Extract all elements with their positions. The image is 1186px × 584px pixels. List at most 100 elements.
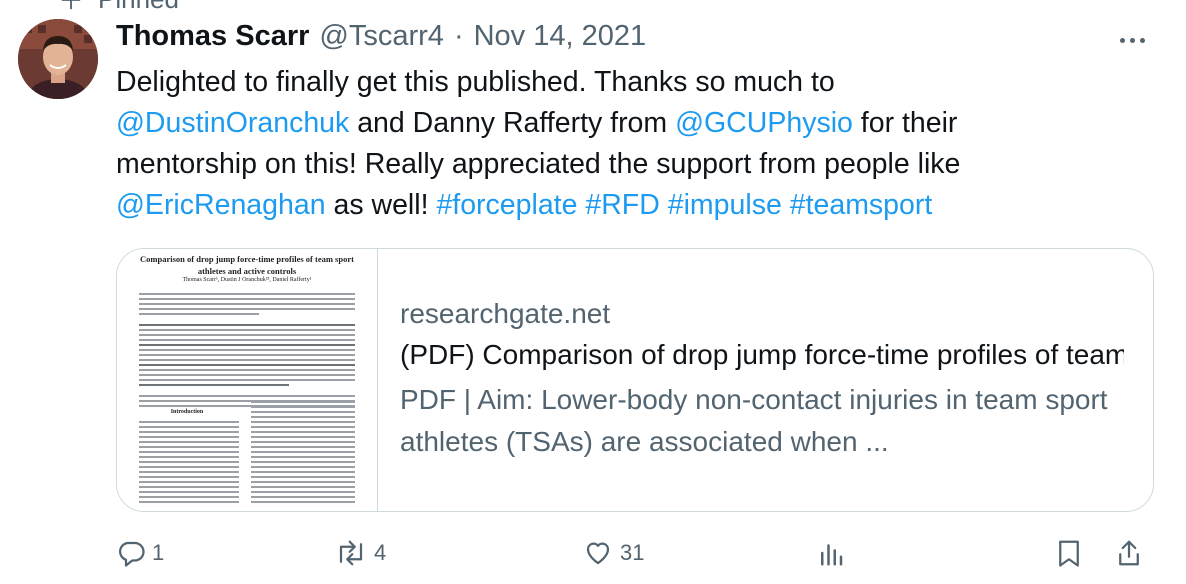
thumbnail-text-line bbox=[139, 421, 239, 423]
card-thumbnail: Comparison of drop jump force-time profi… bbox=[117, 249, 378, 511]
thumbnail-text-line bbox=[139, 354, 355, 356]
thumbnail-text-line bbox=[139, 486, 239, 488]
reply-icon bbox=[119, 541, 145, 567]
thumbnail-text-line bbox=[251, 501, 355, 503]
tweet-line: Delighted to finally get this published.… bbox=[116, 62, 1166, 103]
avatar-image bbox=[18, 19, 98, 99]
thumbnail-text-line bbox=[139, 379, 355, 381]
repost-button[interactable]: 4 bbox=[334, 532, 386, 574]
thumbnail-text-line bbox=[139, 308, 355, 310]
thumbnail-text-line bbox=[139, 374, 355, 376]
tweet-text-segment: as well! bbox=[325, 189, 437, 221]
link-preview-card[interactable]: Comparison of drop jump force-time profi… bbox=[116, 248, 1154, 512]
hashtag-link[interactable]: #teamsport bbox=[790, 189, 933, 221]
thumbnail-text-line bbox=[251, 446, 355, 448]
thumbnail-text-line bbox=[139, 334, 355, 336]
thumbnail-text-line bbox=[139, 344, 355, 346]
thumbnail-text-line bbox=[251, 471, 355, 473]
card-info: researchgate.net (PDF) Comparison of dro… bbox=[400, 295, 1140, 463]
tweet-date[interactable]: Nov 14, 2021 bbox=[474, 20, 647, 53]
thumbnail-text-line bbox=[139, 339, 355, 341]
avatar[interactable] bbox=[18, 19, 98, 99]
thumbnail-text-line bbox=[139, 436, 239, 438]
card-title[interactable]: (PDF) Comparison of drop jump force-time… bbox=[400, 333, 1124, 377]
hashtag-link[interactable]: #impulse bbox=[668, 189, 782, 221]
bookmark-icon bbox=[1059, 540, 1079, 567]
thumbnail-text-line bbox=[139, 446, 239, 448]
thumbnail-text-line bbox=[139, 384, 289, 386]
thumbnail-text-line bbox=[251, 456, 355, 458]
thumbnail-text-line bbox=[251, 481, 355, 483]
tweet-line: @DustinOranchuk and Danny Rafferty from … bbox=[116, 103, 1166, 144]
repost-icon bbox=[339, 540, 363, 566]
pin-icon bbox=[61, 0, 81, 9]
tweet-line: mentorship on this! Really appreciated t… bbox=[116, 144, 1166, 185]
thumbnail-text-line bbox=[139, 496, 239, 498]
tweet-text-segment: mentorship on this! Really appreciated t… bbox=[116, 148, 961, 180]
thumbnail-text-line bbox=[251, 441, 355, 443]
thumbnail-paper-title: Comparison of drop jump force-time profi… bbox=[140, 254, 354, 276]
thumbnail-paper-authors: Thomas Scarr¹, Dustin J Oranchuk²³, Dani… bbox=[182, 277, 312, 283]
thumbnail-text-line bbox=[251, 461, 355, 463]
thumbnail-text-line bbox=[251, 436, 355, 438]
hashtag-link[interactable]: #forceplate bbox=[436, 189, 577, 221]
author-name[interactable]: Thomas Scarr bbox=[116, 20, 309, 53]
thumbnail-text-line bbox=[139, 349, 355, 351]
thumbnail-text-line bbox=[139, 426, 239, 428]
more-options-button[interactable] bbox=[1112, 28, 1152, 52]
thumbnail-text-line bbox=[139, 466, 239, 468]
thumbnail-text-line bbox=[139, 471, 239, 473]
repost-count: 4 bbox=[374, 540, 387, 565]
views-button[interactable] bbox=[818, 532, 844, 574]
tweet-line: @EricRenaghan as well! #forceplate #RFD … bbox=[116, 185, 1166, 226]
thumbnail-text-line bbox=[139, 451, 239, 453]
tweet-actions: 1 4 31 bbox=[116, 532, 1152, 574]
thumbnail-text-line bbox=[139, 441, 239, 443]
thumbnail-text-line bbox=[251, 401, 355, 403]
thumbnail-text-line bbox=[139, 369, 355, 371]
card-description: PDF | Aim: Lower-body non-contact injuri… bbox=[400, 384, 1108, 457]
tweet-text: Delighted to finally get this published.… bbox=[116, 62, 1166, 226]
thumbnail-text-line bbox=[251, 406, 355, 408]
like-button[interactable]: 31 bbox=[582, 532, 644, 574]
views-icon bbox=[821, 544, 843, 566]
tweet-text-segment: for their bbox=[852, 107, 958, 139]
thumbnail-text-line bbox=[139, 303, 355, 305]
reply-button[interactable]: 1 bbox=[116, 532, 164, 574]
like-count: 31 bbox=[620, 540, 645, 565]
separator-dot: · bbox=[453, 20, 464, 52]
pinned-label: Pinned bbox=[98, 0, 179, 15]
thumbnail-text-line bbox=[139, 364, 355, 366]
card-domain[interactable]: researchgate.net bbox=[400, 295, 1140, 333]
tweet-header: Thomas Scarr @Tscarr4 · Nov 14, 2021 bbox=[116, 20, 646, 60]
thumbnail-text-line bbox=[251, 421, 355, 423]
thumbnail-text-line bbox=[139, 298, 355, 300]
mention-link[interactable]: @DustinOranchuk bbox=[116, 107, 349, 139]
thumbnail-section-heading: Introduction bbox=[170, 409, 204, 415]
mention-link[interactable]: @GCUPhysio bbox=[675, 107, 853, 139]
thumbnail-text-line bbox=[251, 411, 355, 413]
tweet-text-segment: and Danny Rafferty from bbox=[349, 107, 676, 139]
tweet-text-segment: Delighted to finally get this published.… bbox=[116, 66, 835, 98]
mention-link[interactable]: @EricRenaghan bbox=[116, 189, 326, 221]
share-button[interactable] bbox=[1116, 532, 1142, 574]
thumbnail-text-line bbox=[251, 466, 355, 468]
author-handle[interactable]: @Tscarr4 bbox=[319, 20, 444, 53]
thumbnail-text-line bbox=[251, 491, 355, 493]
share-icon bbox=[1119, 540, 1139, 566]
thumbnail-text-line bbox=[251, 431, 355, 433]
thumbnail-text-line bbox=[139, 476, 239, 478]
hashtag-link[interactable]: #RFD bbox=[585, 189, 659, 221]
thumbnail-text-line bbox=[139, 359, 355, 361]
thumbnail-text-line bbox=[139, 329, 355, 331]
thumbnail-text-line bbox=[251, 476, 355, 478]
thumbnail-text-line bbox=[139, 456, 239, 458]
thumbnail-text-line bbox=[139, 491, 239, 493]
thumbnail-text-line bbox=[139, 313, 259, 315]
thumbnail-text-line bbox=[139, 293, 355, 295]
thumbnail-text-line bbox=[139, 501, 239, 503]
thumbnail-text-line bbox=[251, 486, 355, 488]
like-icon bbox=[586, 542, 610, 565]
bookmark-button[interactable] bbox=[1056, 532, 1082, 574]
reply-count: 1 bbox=[152, 540, 165, 565]
